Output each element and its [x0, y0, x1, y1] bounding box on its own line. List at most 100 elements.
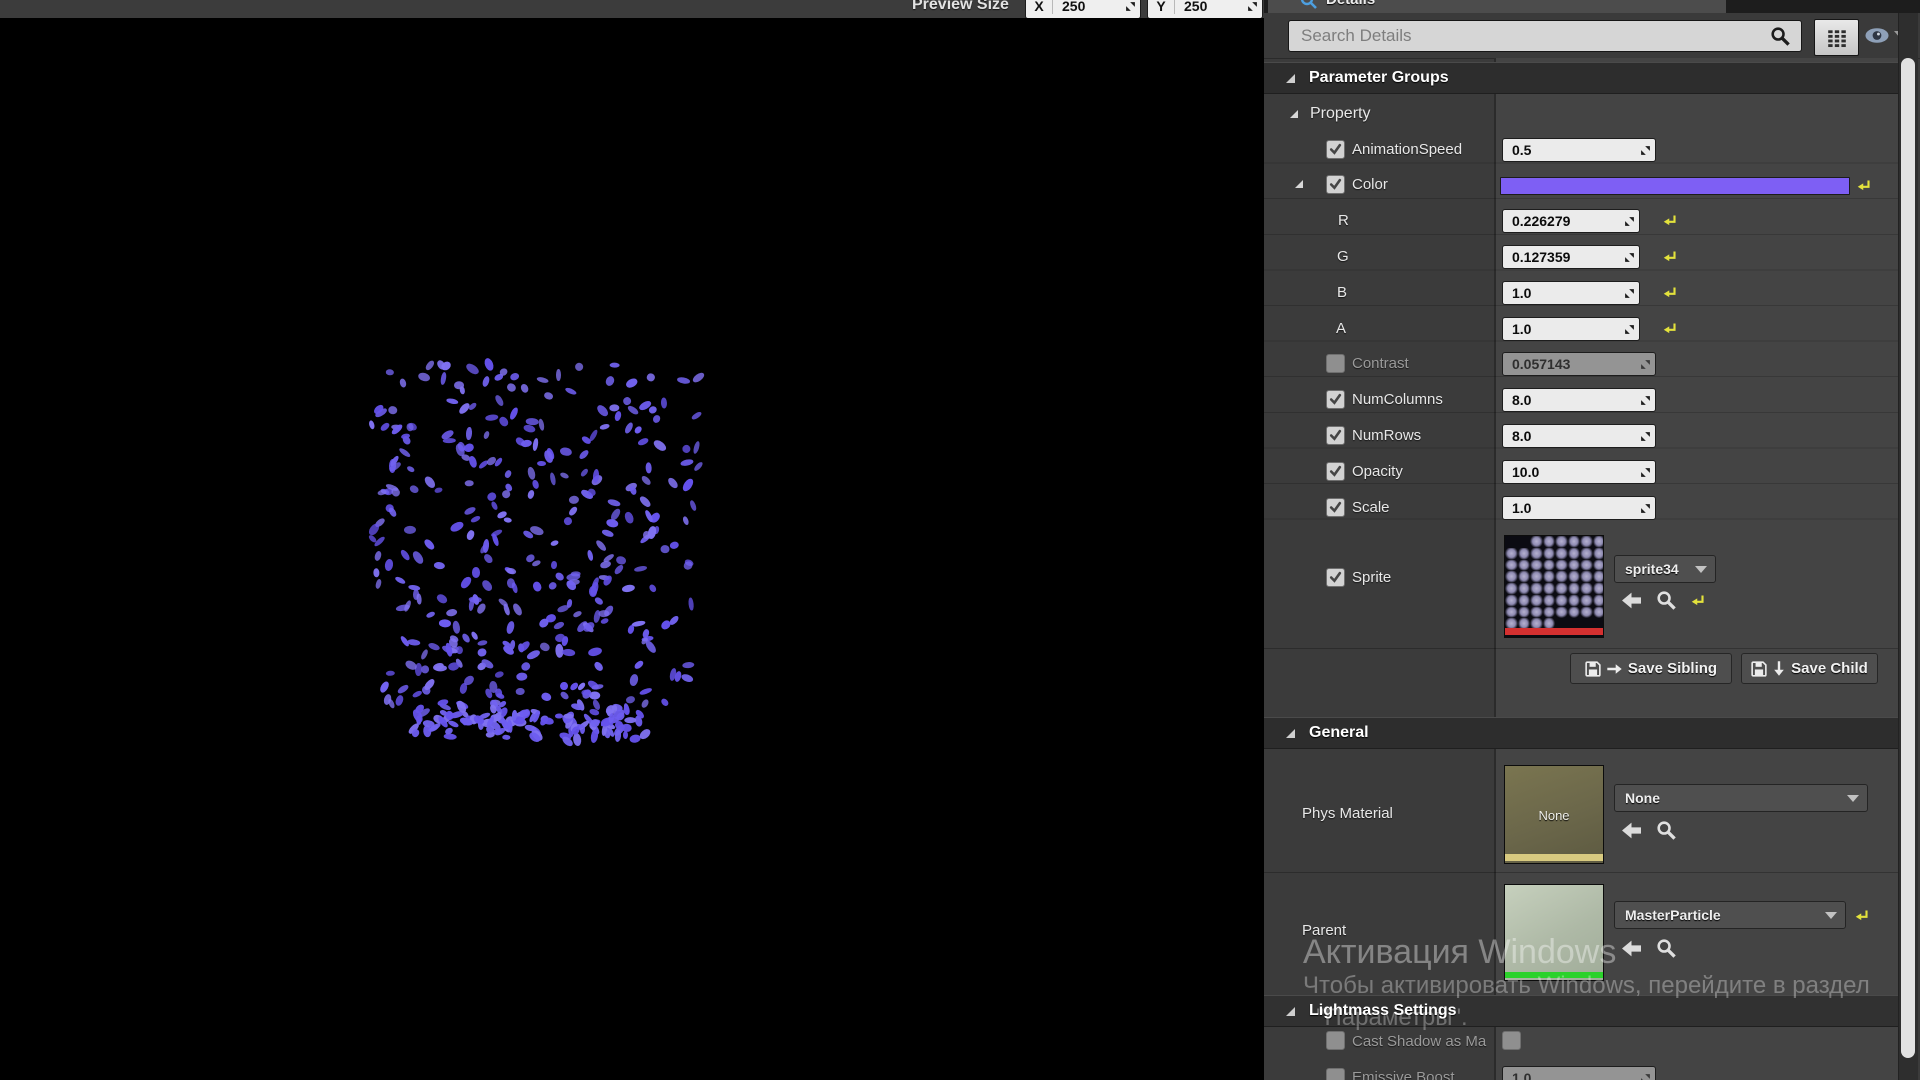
checkmark-icon [1329, 465, 1342, 477]
grid-icon [1827, 29, 1846, 47]
emissive-boost-override-checkbox[interactable] [1326, 1068, 1345, 1080]
spinner-icon[interactable] [1624, 252, 1635, 263]
checkmark-icon [1329, 143, 1342, 155]
color-g-reset-icon[interactable] [1662, 249, 1677, 264]
opacity-field[interactable]: 10.0 [1502, 460, 1656, 484]
checkmark-icon [1329, 178, 1342, 190]
cast-shadow-value-checkbox[interactable] [1502, 1031, 1521, 1050]
preview-size-y-value[interactable]: 250 [1175, 0, 1242, 14]
sprite-use-selected-icon[interactable] [1622, 592, 1641, 609]
contrast-override-checkbox[interactable] [1326, 354, 1345, 373]
panel-scrollbar[interactable] [1898, 13, 1918, 1080]
details-tab-magnifier-icon [1300, 0, 1317, 9]
spinner-icon[interactable] [1120, 1, 1140, 12]
parent-thumbnail[interactable] [1504, 884, 1604, 981]
animationspeed-override-checkbox[interactable] [1326, 140, 1345, 159]
parent-use-selected-icon[interactable] [1622, 940, 1641, 957]
opacity-override-checkbox[interactable] [1326, 462, 1345, 481]
color-a-reset-icon[interactable] [1662, 321, 1677, 336]
category-lightmass-settings[interactable]: Lightmass Settings [1264, 995, 1898, 1027]
scale-field[interactable]: 1.0 [1502, 496, 1656, 520]
color-g-label: G [1337, 248, 1349, 265]
numcolumns-field[interactable]: 8.0 [1502, 388, 1656, 412]
numrows-override-checkbox[interactable] [1326, 426, 1345, 445]
preview-size-y-input[interactable]: Y 250 [1147, 0, 1263, 18]
parent-thumb-bar [1505, 972, 1603, 978]
scrollbar-thumb[interactable] [1901, 58, 1915, 1058]
sprite-texture-thumbnail[interactable] [1504, 535, 1604, 638]
phys-material-dropdown[interactable]: None [1614, 784, 1868, 812]
details-panel: Details [1264, 0, 1920, 1080]
preview-size-label: Preview Size [912, 0, 1009, 13]
category-general[interactable]: General [1264, 717, 1898, 749]
sprite-asset-dropdown[interactable]: sprite34 [1614, 555, 1716, 583]
phys-material-thumb-bar [1505, 854, 1603, 861]
separator [1264, 648, 1898, 649]
tab-details[interactable]: Details [1268, 0, 1726, 13]
search-input[interactable] [1288, 20, 1802, 52]
property-matrix-button[interactable] [1814, 19, 1859, 56]
color-label: Color [1352, 176, 1388, 193]
expander-triangle-icon [1290, 110, 1298, 118]
color-r-reset-icon[interactable] [1662, 213, 1677, 228]
phys-material-use-selected-icon[interactable] [1622, 822, 1641, 839]
spinner-icon[interactable] [1624, 288, 1635, 299]
sprite-browse-icon[interactable] [1656, 590, 1677, 611]
unreal-material-instance-editor: Preview Size X 250 Y 250 Search Details … [0, 0, 1920, 1080]
contrast-field: 0.057143 [1502, 352, 1656, 376]
save-sibling-button[interactable]: Save Sibling [1570, 653, 1732, 684]
parent-dropdown[interactable]: MasterParticle [1614, 901, 1846, 929]
tab-details-label: Details [1326, 0, 1375, 8]
group-property[interactable]: Property [1264, 100, 1494, 128]
checkmark-icon [1329, 429, 1342, 441]
chevron-down-icon [1825, 911, 1837, 919]
color-reset-icon[interactable] [1856, 178, 1871, 193]
expander-triangle-icon [1286, 73, 1295, 83]
sprite-thumbnail-red-bar [1505, 628, 1603, 635]
color-b-reset-icon[interactable] [1662, 285, 1677, 300]
color-expander-triangle-icon[interactable] [1295, 180, 1303, 188]
sprite-override-checkbox[interactable] [1326, 568, 1345, 587]
cast-shadow-override-checkbox[interactable] [1326, 1031, 1345, 1050]
phys-material-label: Phys Material [1302, 805, 1393, 822]
view-options-button[interactable] [1862, 25, 1892, 45]
spinner-icon[interactable] [1640, 431, 1651, 442]
scale-override-checkbox[interactable] [1326, 498, 1345, 517]
parent-reset-icon[interactable] [1854, 908, 1869, 923]
floppy-disk-icon [1751, 660, 1767, 677]
particle-preview-viewport[interactable] [0, 18, 1264, 1080]
color-a-field[interactable]: 1.0 [1502, 317, 1640, 341]
spinner-icon[interactable] [1242, 1, 1262, 12]
numrows-field[interactable]: 8.0 [1502, 424, 1656, 448]
sprite-reset-icon[interactable] [1690, 593, 1705, 608]
preview-size-x-value[interactable]: 250 [1053, 0, 1120, 14]
category-lightmass-settings-label: Lightmass Settings [1309, 1002, 1457, 1019]
spinner-icon[interactable] [1640, 395, 1651, 406]
spinner-icon[interactable] [1640, 467, 1651, 478]
spinner-icon [1641, 359, 1650, 369]
spinner-icon[interactable] [1624, 216, 1635, 227]
phys-material-thumbnail[interactable]: None [1504, 765, 1604, 864]
category-parameter-groups[interactable]: Parameter Groups [1264, 62, 1898, 94]
phys-material-browse-icon[interactable] [1656, 820, 1677, 841]
parent-browse-icon[interactable] [1656, 938, 1677, 959]
color-override-checkbox[interactable] [1326, 175, 1345, 194]
color-r-field[interactable]: 0.226279 [1502, 209, 1640, 233]
search-icon [1771, 27, 1790, 46]
numcolumns-override-checkbox[interactable] [1326, 390, 1345, 409]
save-child-button[interactable]: Save Child [1741, 653, 1878, 684]
sprite-label: Sprite [1352, 569, 1392, 586]
floppy-disk-icon [1585, 660, 1601, 677]
color-swatch[interactable] [1500, 177, 1850, 195]
preview-size-x-input[interactable]: X 250 [1025, 0, 1141, 18]
animationspeed-field[interactable]: 0.5 [1502, 138, 1656, 162]
chevron-down-icon [1695, 565, 1707, 573]
parent-label: Parent [1302, 922, 1347, 939]
color-g-field[interactable]: 0.127359 [1502, 245, 1640, 269]
arrow-right-icon [1607, 663, 1622, 674]
color-b-field[interactable]: 1.0 [1502, 281, 1640, 305]
spinner-icon[interactable] [1640, 145, 1651, 156]
spinner-icon[interactable] [1640, 503, 1651, 514]
color-a-label: A [1336, 320, 1347, 337]
spinner-icon[interactable] [1624, 324, 1635, 335]
